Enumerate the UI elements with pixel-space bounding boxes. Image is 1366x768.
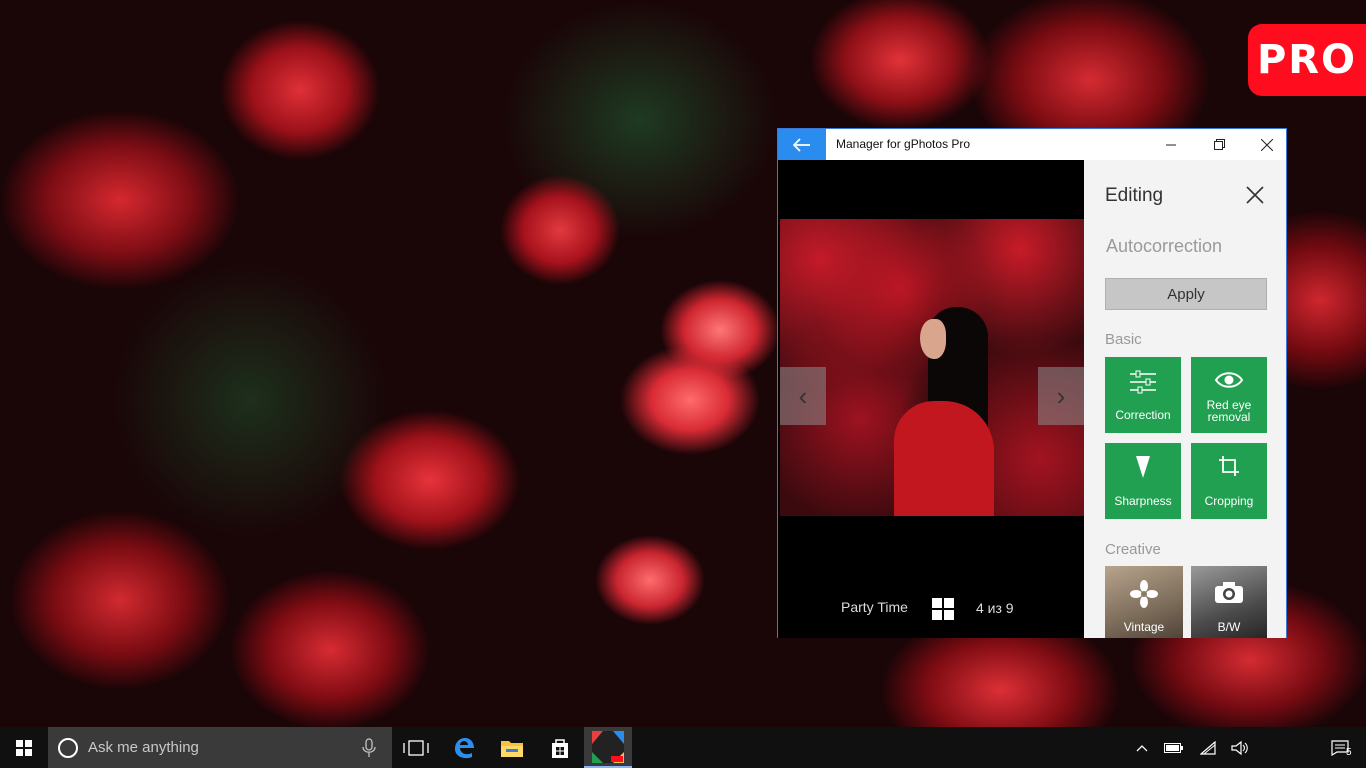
tool-label: Correction [1115, 408, 1171, 422]
gphotos-app-button[interactable] [584, 727, 632, 768]
window-title: Manager for gPhotos Pro [836, 137, 971, 151]
cortana-search-box[interactable]: Ask me anything [48, 727, 392, 768]
restore-button[interactable] [1196, 129, 1242, 160]
restore-icon [1213, 139, 1225, 150]
basic-section-label: Basic [1105, 331, 1142, 348]
chevron-up-icon [1136, 744, 1148, 751]
app-window: Manager for gPhotos Pro ‹ › Party Time 4… [777, 128, 1287, 638]
photo-viewer: ‹ › Party Time 4 из 9 [778, 160, 1084, 638]
gphotos-app-icon [592, 730, 624, 763]
task-view-button[interactable] [392, 727, 440, 768]
search-placeholder: Ask me anything [88, 739, 199, 756]
photo-subject-coat [894, 401, 994, 516]
close-window-button[interactable] [1244, 129, 1290, 160]
correction-tool[interactable]: Correction [1105, 357, 1181, 433]
creative-section-label: Creative [1105, 541, 1161, 558]
chevron-left-icon: ‹ [798, 380, 808, 411]
previous-photo-button[interactable]: ‹ [780, 367, 826, 425]
chevron-right-icon: › [1056, 380, 1066, 411]
microphone-icon[interactable] [362, 738, 376, 758]
photo-counter: 4 из 9 [976, 600, 1014, 616]
bw-filter-tool[interactable]: B/W [1191, 566, 1267, 638]
taskbar: Ask me anything 5 [0, 727, 1366, 768]
battery-status[interactable] [1160, 727, 1188, 768]
crop-icon [1219, 456, 1239, 476]
cortana-icon [58, 738, 78, 758]
volume-control[interactable] [1226, 727, 1254, 768]
show-hidden-icons-button[interactable] [1130, 727, 1154, 768]
store-icon [552, 738, 568, 758]
close-icon [1261, 138, 1273, 151]
minimize-icon [1166, 144, 1176, 145]
windows-logo-icon [16, 739, 32, 756]
cropping-tool[interactable]: Cropping [1191, 443, 1267, 519]
eye-icon [1214, 372, 1244, 388]
pro-badge: PRO [1248, 24, 1366, 96]
tool-label: Red eye removal [1206, 398, 1252, 424]
battery-icon [1164, 742, 1183, 753]
network-status[interactable] [1194, 727, 1222, 768]
apply-button[interactable]: Apply [1105, 278, 1267, 310]
grid-view-icon[interactable] [932, 598, 954, 620]
back-button[interactable] [778, 129, 826, 160]
task-view-icon [403, 739, 429, 756]
edge-browser-button[interactable] [440, 727, 488, 768]
vintage-filter-tool[interactable]: Vintage [1105, 566, 1183, 638]
tool-label: Cropping [1204, 494, 1254, 508]
action-center-button[interactable]: 5 [1322, 727, 1358, 768]
wifi-icon [1200, 740, 1216, 755]
sharpness-tool[interactable]: Sharpness [1105, 443, 1181, 519]
store-button[interactable] [536, 727, 584, 768]
file-explorer-button[interactable] [488, 727, 536, 768]
album-name: Party Time [841, 599, 908, 615]
speaker-icon [1231, 740, 1248, 755]
tool-label: Sharpness [1114, 494, 1172, 508]
photo-subject-face [920, 319, 946, 359]
autocorrection-label: Autocorrection [1106, 236, 1223, 256]
sliders-icon [1130, 370, 1156, 394]
arrow-left-icon [793, 137, 810, 152]
close-panel-button[interactable] [1242, 182, 1268, 208]
tool-label: Vintage [1123, 620, 1165, 634]
triangle-icon [1136, 456, 1150, 478]
tool-label: B/W [1217, 620, 1241, 634]
minimize-button[interactable] [1148, 129, 1194, 160]
edge-icon [455, 737, 474, 758]
title-bar: Manager for gPhotos Pro [778, 129, 1286, 160]
close-icon [1246, 186, 1264, 204]
folder-icon [501, 740, 523, 757]
panel-title: Editing [1105, 185, 1164, 206]
flower-icon [1130, 580, 1158, 608]
next-photo-button[interactable]: › [1038, 367, 1084, 425]
notification-count: 5 [1346, 747, 1352, 758]
start-button[interactable] [0, 727, 48, 768]
camera-icon [1215, 582, 1243, 603]
editing-panel: Editing Autocorrection Apply Basic Corre… [1084, 160, 1286, 638]
red-eye-removal-tool[interactable]: Red eye removal [1191, 357, 1267, 433]
